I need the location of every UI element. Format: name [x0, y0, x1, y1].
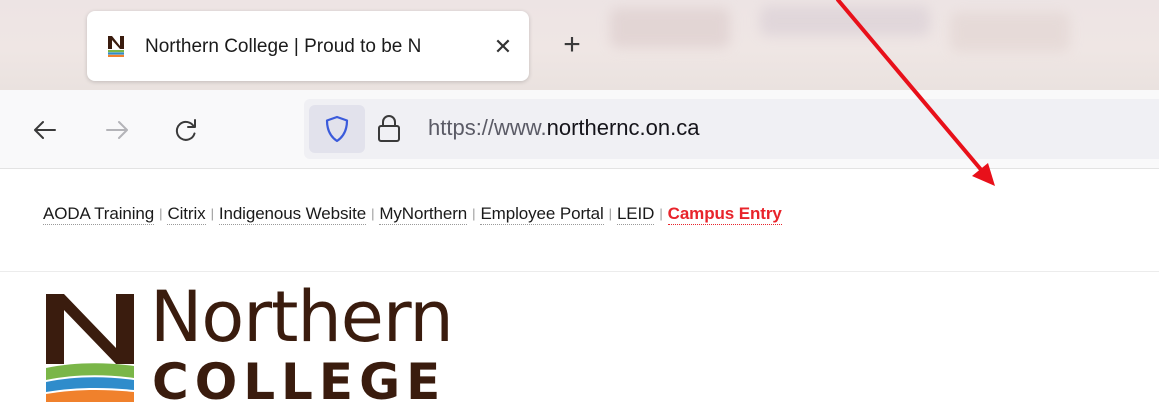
link-employee-portal[interactable]: Employee Portal — [480, 204, 604, 225]
quick-links-bar: AODA Training | Citrix | Indigenous Website |… — [43, 204, 782, 225]
logo-wordmark-college[interactable]: COLLEGE — [152, 356, 446, 408]
tracking-protection-shield-icon — [325, 115, 349, 143]
separator: | — [159, 206, 163, 221]
back-arrow-icon[interactable] — [25, 110, 65, 150]
link-mynorthern[interactable]: MyNorthern — [379, 204, 467, 225]
header-divider — [0, 271, 1159, 272]
separator: | — [472, 206, 476, 221]
active-tab[interactable]: Northern College | Proud to be N ✕ — [87, 11, 529, 81]
url-prefix: https://www. — [428, 115, 547, 140]
url-text[interactable]: https://www.northernc.on.ca — [428, 115, 699, 141]
new-tab-icon[interactable]: + — [555, 30, 589, 64]
separator: | — [659, 206, 663, 221]
separator: | — [210, 206, 214, 221]
url-bar[interactable]: https://www.northernc.on.ca — [304, 99, 1159, 159]
background-blur — [760, 6, 930, 36]
tracking-protection-button[interactable] — [309, 105, 365, 153]
separator: | — [608, 206, 612, 221]
link-aoda-training[interactable]: AODA Training — [43, 204, 154, 225]
url-domain: northernc.on.ca — [546, 115, 700, 140]
background-blur — [610, 8, 730, 48]
separator: | — [371, 206, 375, 221]
link-citrix[interactable]: Citrix — [167, 204, 206, 225]
link-campus-entry[interactable]: Campus Entry — [667, 204, 782, 225]
browser-tab-strip: Northern College | Proud to be N ✕ + — [0, 0, 1159, 90]
reload-icon[interactable] — [166, 110, 206, 150]
tab-title: Northern College | Proud to be N — [145, 36, 500, 58]
forward-arrow-icon[interactable] — [97, 110, 137, 150]
background-blur — [950, 12, 1070, 52]
browser-toolbar: https://www.northernc.on.ca — [0, 90, 1159, 169]
lock-icon[interactable] — [376, 113, 402, 145]
northern-college-favicon-icon — [108, 36, 124, 57]
tab-close-icon[interactable]: ✕ — [490, 34, 516, 60]
link-leid[interactable]: LEID — [616, 204, 654, 225]
link-indigenous-website[interactable]: Indigenous Website — [218, 204, 366, 225]
northern-college-logo-mark[interactable] — [44, 292, 138, 404]
logo-wordmark-northern[interactable]: Northern — [150, 279, 454, 355]
